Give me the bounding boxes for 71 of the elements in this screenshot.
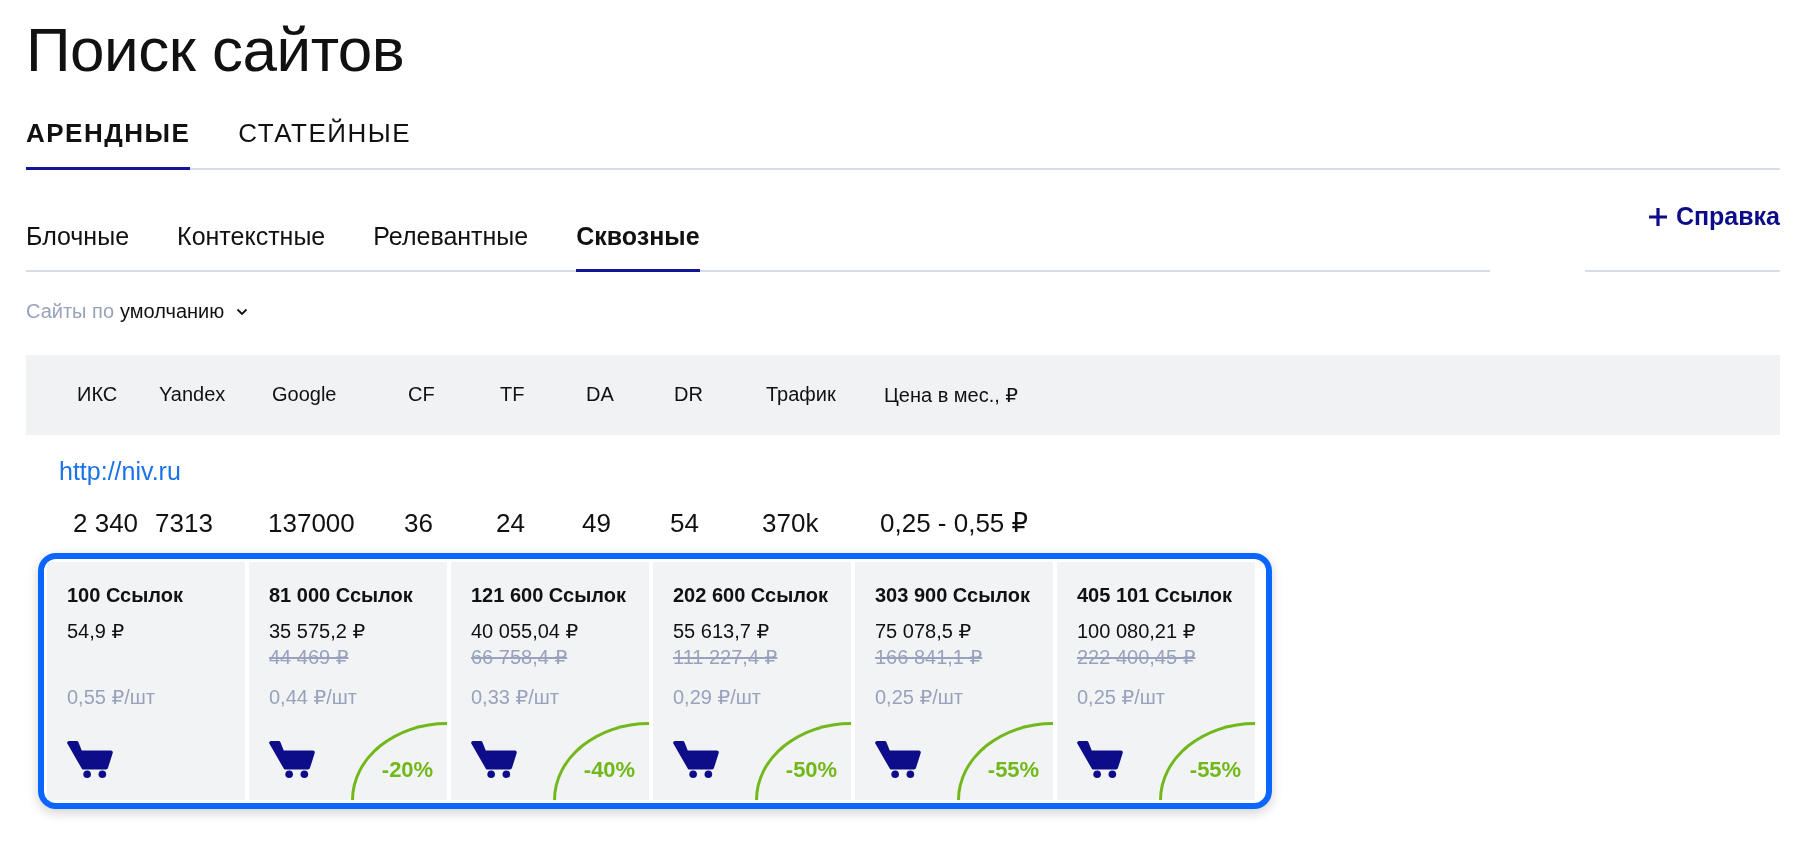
old-price: 66 758,4 ₽ — [471, 645, 569, 669]
subtab[interactable]: Блочные — [26, 222, 130, 272]
unit-price: 0,25 ₽/шт — [1077, 685, 1166, 709]
discount-badge: -55% — [957, 722, 1053, 800]
unit-price: 0,25 ₽/шт — [875, 685, 964, 709]
chevron-down-icon — [236, 307, 249, 316]
sort-dropdown[interactable]: умолчанию — [120, 300, 249, 323]
price: 40 055,04 ₽ — [471, 619, 580, 643]
subtab[interactable]: Релевантные — [373, 222, 529, 272]
tab[interactable]: СТАТЕЙНЫЕ — [238, 118, 412, 170]
discount-badge: -40% — [553, 722, 649, 800]
tab[interactable]: АРЕНДНЫЕ — [26, 118, 191, 170]
old-price: 44 469 ₽ — [269, 645, 350, 669]
cart-icon[interactable] — [269, 740, 315, 778]
unit-price: 0,44 ₽/шт — [269, 685, 358, 709]
package-card[interactable]: 303 900 Ссылок 75 078,5 ₽ 166 841,1 ₽ 0,25 ₽/шт -55% — [855, 562, 1053, 800]
package-card[interactable]: 81 000 Ссылок 35 575,2 ₽ 44 469 ₽ 0,44 ₽/шт -20% — [249, 562, 447, 800]
column-header[interactable]: Yandex — [159, 383, 272, 407]
table-cell-text: 7313 — [155, 508, 214, 539]
unit-price: 0,33 ₽/шт — [471, 685, 560, 709]
price: 75 078,5 ₽ — [875, 619, 973, 643]
subtab[interactable]: Сквозные — [576, 222, 700, 272]
page-title: Поиск сайтов — [26, 14, 406, 86]
column-header[interactable]: Трафик — [766, 383, 884, 407]
links-count: 303 900 Ссылок — [875, 584, 1031, 607]
table-cell-text: 24 — [496, 508, 526, 539]
links-count: 405 101 Ссылок — [1077, 584, 1233, 607]
table-cell-text: 370k — [762, 508, 820, 539]
column-header[interactable]: CF — [408, 383, 500, 407]
price: 54,9 ₽ — [67, 619, 126, 643]
table-cell-text: 49 — [582, 508, 612, 539]
links-count: 202 600 Ссылок — [673, 584, 829, 607]
cart-icon[interactable] — [875, 740, 921, 778]
table-cell-text: 36 — [404, 508, 434, 539]
discount-badge: -55% — [1159, 722, 1255, 800]
column-header[interactable]: ИКС — [77, 383, 159, 407]
table-cell-text: 54 — [670, 508, 700, 539]
package-card[interactable]: 100 Ссылок 54,9 ₽ 0,55 ₽/шт — [47, 562, 245, 800]
site-link[interactable]: http://niv.ru — [59, 457, 181, 486]
column-header[interactable]: DA — [586, 383, 674, 407]
price: 100 080,21 ₽ — [1077, 619, 1197, 643]
discount-badge: -20% — [351, 722, 447, 800]
links-count: 121 600 Ссылок — [471, 584, 627, 607]
unit-price: 0,29 ₽/шт — [673, 685, 762, 709]
discount-badge: -50% — [755, 722, 851, 800]
table-cell-text: 137000 — [268, 508, 356, 539]
price: 35 575,2 ₽ — [269, 619, 367, 643]
subtab[interactable]: Контекстные — [177, 222, 326, 272]
help-link[interactable]: Справка — [1647, 202, 1780, 231]
cart-icon[interactable] — [1077, 740, 1123, 778]
unit-price: 0,55 ₽/шт — [67, 685, 156, 709]
cart-icon[interactable] — [673, 740, 719, 778]
package-card[interactable]: 405 101 Ссылок 100 080,21 ₽ 222 400,45 ₽ 0,25 ₽/шт -55% — [1057, 562, 1255, 800]
package-card[interactable]: 202 600 Ссылок 55 613,7 ₽ 111 227,4 ₽ 0,29 ₽/шт -50% — [653, 562, 851, 800]
old-price: 166 841,1 ₽ — [875, 645, 984, 669]
plus-icon — [1647, 206, 1668, 227]
links-count: 81 000 Ссылок — [269, 584, 414, 607]
price: 55 613,7 ₽ — [673, 619, 771, 643]
table-cell-text: 2 340 — [73, 508, 140, 539]
package-card[interactable]: 121 600 Ссылок 40 055,04 ₽ 66 758,4 ₽ 0,33 ₽/шт -40% — [451, 562, 649, 800]
old-price: 111 227,4 ₽ — [673, 645, 779, 669]
links-count: 100 Ссылок — [67, 584, 184, 607]
cart-icon[interactable] — [67, 740, 113, 778]
table-cell-text: 0,25 - 0,55 ₽ — [880, 508, 1030, 539]
column-header[interactable]: Цена в мес., ₽ — [884, 383, 1019, 407]
column-header[interactable]: Google — [272, 383, 408, 407]
column-header[interactable]: DR — [674, 383, 766, 407]
column-header[interactable]: TF — [500, 383, 586, 407]
sort-label: Сайты по — [26, 300, 114, 323]
old-price: 222 400,45 ₽ — [1077, 645, 1197, 669]
cart-icon[interactable] — [471, 740, 517, 778]
